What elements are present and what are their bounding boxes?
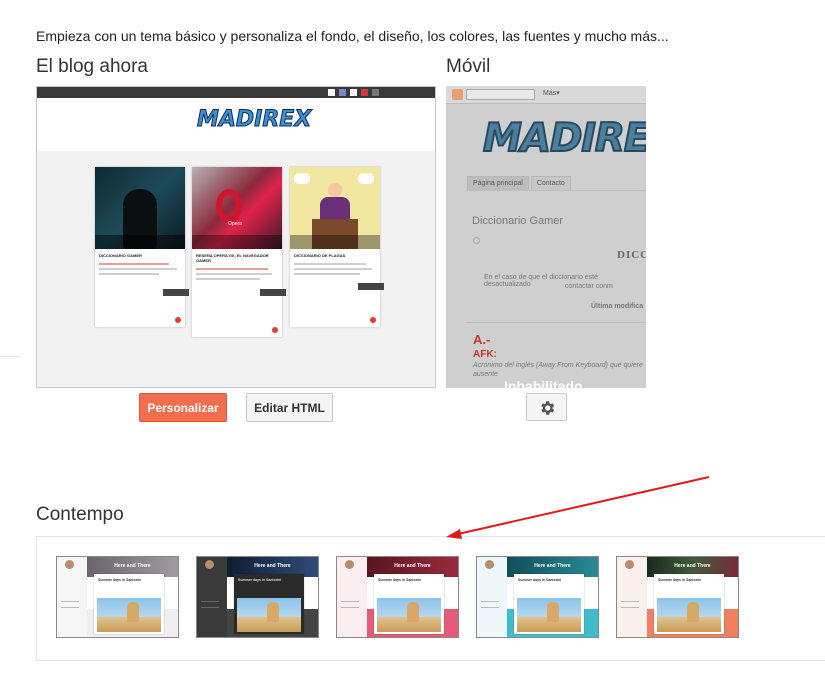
template-title: Here and There xyxy=(394,563,431,569)
tab-contact: Contacto xyxy=(530,176,571,191)
customize-button[interactable]: Personalizar xyxy=(139,393,227,422)
instagram-icon xyxy=(350,89,357,96)
post-title: DICCIONARIO GAMER xyxy=(99,253,142,258)
mobile-settings-button[interactable] xyxy=(526,393,567,421)
template-gallery: Here and There Summer days in Santorini … xyxy=(36,536,825,661)
post-title: RESEÑA OPERA GX, EL NAVEGADOR GAMER xyxy=(196,253,269,263)
mobile-navbar: Más▾ xyxy=(446,86,646,104)
mobile-tabs: Página principal Contacto xyxy=(467,176,573,191)
read-more-button xyxy=(358,283,384,290)
blogger-icon xyxy=(452,89,463,100)
youtube-icon xyxy=(361,89,368,96)
blog-logo: MADIREX xyxy=(196,107,312,133)
mobile-post-heading: DICC xyxy=(617,249,646,261)
mobile-blog-logo: MADIREX xyxy=(482,115,646,162)
preview-topbar xyxy=(37,87,435,98)
template-thumbnail[interactable]: Here and There Summer days in Santorini xyxy=(616,556,739,638)
tab-home: Página principal xyxy=(467,176,529,191)
disabled-overlay-text: Inhabilitado xyxy=(504,378,583,388)
intro-text: Empieza con un tema básico y personaliza… xyxy=(36,28,669,44)
steam-icon xyxy=(328,89,335,96)
template-thumbnail[interactable]: Here and There Summer days in Santorini xyxy=(476,556,599,638)
post-title: DICCIONARIO DE PLAGAS xyxy=(294,253,346,258)
template-post-title: Summer days in Santorini xyxy=(238,578,282,582)
discord-icon xyxy=(339,89,346,96)
template-thumbnail[interactable]: Here and There Summer days in Santorini xyxy=(196,556,319,638)
last-update: Última modifica xyxy=(591,303,644,310)
definition: Acrónimo del inglés (Away From Keyboard)… xyxy=(473,362,643,369)
template-post-title: Summer days in Santorini xyxy=(658,578,702,582)
mobile-paragraph: contactar conm xyxy=(565,283,613,290)
template-thumbnail[interactable]: Here and There Summer days in Santorini xyxy=(56,556,179,638)
template-title: Here and There xyxy=(534,563,571,569)
preview-header: MADIREX xyxy=(37,98,435,150)
template-post-title: Summer days in Santorini xyxy=(98,578,142,582)
thumb-caption: Opera xyxy=(228,221,242,227)
template-title: Here and There xyxy=(254,563,291,569)
template-post-title: Summer days in Santorini xyxy=(378,578,422,582)
desktop-preview[interactable]: MADIREX DICCIONARIO GAMER Opera RESEÑA O… xyxy=(36,86,436,388)
social-icons xyxy=(328,89,379,96)
preview-posts: DICCIONARIO GAMER Opera RESEÑA OPERA GX,… xyxy=(37,151,435,387)
definition: ausente xyxy=(473,371,498,378)
post-thumbnail xyxy=(95,167,185,249)
post-card: DICCIONARIO DE PLAGAS xyxy=(290,167,384,327)
mobile-title: Móvil xyxy=(446,56,491,77)
post-thumbnail xyxy=(290,167,380,249)
template-title: Here and There xyxy=(674,563,711,569)
edit-html-button[interactable]: Editar HTML xyxy=(246,393,333,422)
avatar xyxy=(473,237,480,244)
current-blog-title: El blog ahora xyxy=(36,56,148,77)
mobile-post-title: Diccionario Gamer xyxy=(472,215,564,227)
facebook-icon xyxy=(372,89,379,96)
mobile-search-box xyxy=(466,89,535,100)
template-family-title: Contempo xyxy=(36,504,124,525)
mobile-preview[interactable]: Más▾ MADIREX Página principal Contacto D… xyxy=(446,86,646,388)
letter-heading: A.- xyxy=(473,332,491,347)
term: AFK: xyxy=(473,349,497,360)
post-thumbnail: Opera xyxy=(192,167,282,249)
read-more-button xyxy=(163,289,189,296)
divider xyxy=(0,356,20,357)
template-thumbnail[interactable]: Here and There Summer days in Santorini xyxy=(336,556,459,638)
template-title: Here and There xyxy=(114,563,151,569)
post-card: Opera RESEÑA OPERA GX, EL NAVEGADOR GAME… xyxy=(192,167,286,337)
post-card: DICCIONARIO GAMER xyxy=(95,167,189,327)
gear-icon xyxy=(541,401,555,415)
read-more-button xyxy=(260,289,286,296)
template-post-title: Summer days in Santorini xyxy=(518,578,562,582)
more-menu: Más▾ xyxy=(543,90,560,97)
